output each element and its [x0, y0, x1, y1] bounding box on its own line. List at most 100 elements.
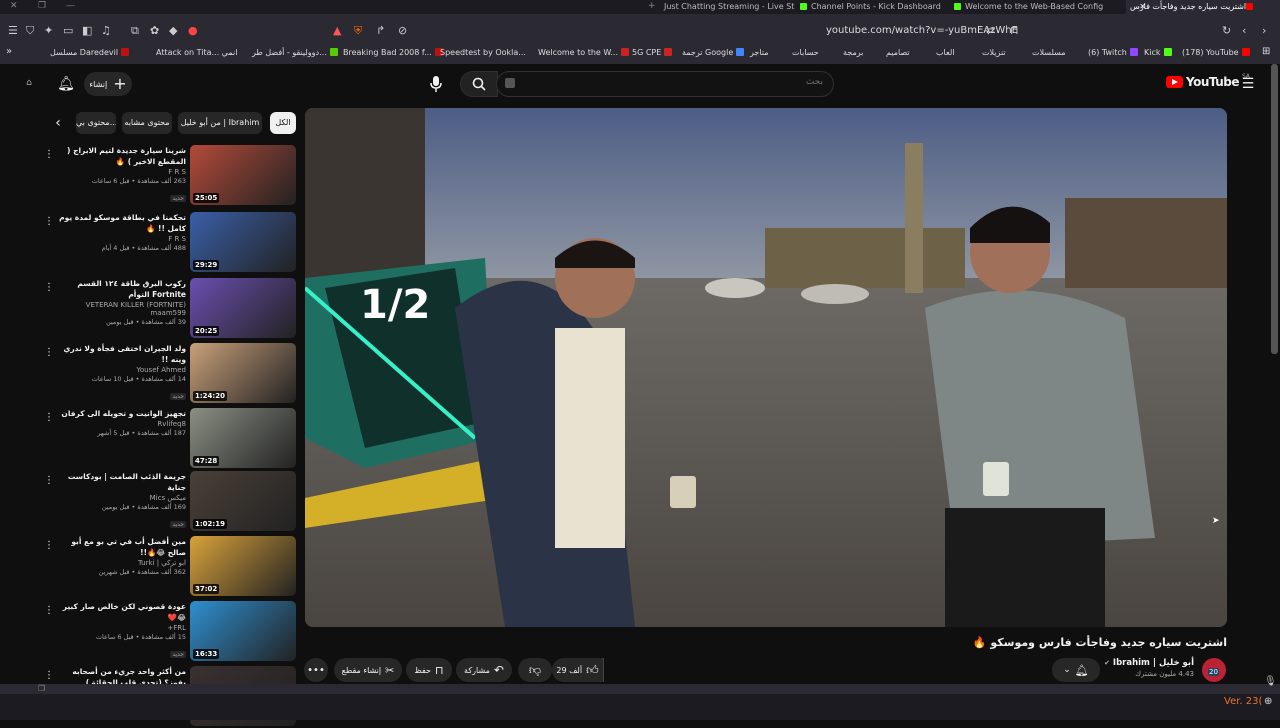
no-image-icon[interactable]: ⊘	[398, 24, 407, 38]
bookmark-folder[interactable]: تنزيلات	[982, 48, 1006, 57]
site-settings-icon[interactable]: ⇄	[986, 24, 995, 38]
video-thumbnail[interactable]: 29:29	[190, 212, 296, 272]
chip-channel-similar[interactable]: محتوى بي...	[76, 112, 116, 134]
related-video-item[interactable]: ⋮ مين أفضل أب في تي بو مع أبو صالح 😂🔥!! اب…	[40, 536, 296, 598]
bookmark-folder[interactable]: برمجة	[843, 48, 863, 57]
bookmark-item[interactable]: دوولينقو - أفضل طر...	[252, 48, 341, 57]
channel-avatar[interactable]: 20	[1202, 658, 1226, 682]
page-scrollbar[interactable]	[1271, 64, 1278, 354]
related-video-item[interactable]: ⋮ شرينا سيارة جديدة لتيم الابراج ( المقطع…	[40, 145, 296, 207]
duration-badge: 16:33	[193, 649, 220, 659]
related-video-item[interactable]: ⋮ تجهيز الوانيت و تحويله الى كرفان Rvlifeq…	[40, 408, 296, 470]
channel-info[interactable]: أبو خليل | Ibrahim ✔ 4.43 مليون مشترك	[1104, 658, 1194, 678]
clip-button[interactable]: إنشاء مقطع ✂	[334, 658, 402, 682]
new-badge: جديد	[170, 195, 186, 202]
video-thumbnail[interactable]: 16:33	[190, 601, 296, 661]
record-icon[interactable]: ●	[188, 24, 198, 38]
chip-from-channel[interactable]: من أبو خليل | Ibrahim	[178, 112, 262, 134]
bookmark-item[interactable]: Welcome to the W...	[538, 48, 632, 57]
bookmark-item[interactable]: Speedtest by Ookla...	[440, 48, 526, 57]
video-thumbnail[interactable]: 37:02	[190, 536, 296, 596]
video-thumbnail[interactable]: 1:02:19	[190, 471, 296, 531]
video-thumbnail[interactable]: 25:05	[190, 145, 296, 205]
bookmark-folder[interactable]: العاب	[936, 48, 955, 57]
bookmark-item[interactable]: Attack on Tita... انمي	[156, 48, 237, 57]
related-video-item[interactable]: ⋮ ولد الجيران اختفى فجأة ولا ندري وينه !!…	[40, 343, 296, 405]
bookmarks-grid-icon[interactable]: ⊞	[1262, 46, 1270, 57]
music-icon[interactable]: ♫	[101, 24, 111, 38]
settings-icon[interactable]: ◆	[169, 24, 177, 38]
video-stats: 263 ألف مشاهدة • قبل 6 ساعات	[91, 177, 186, 185]
account-avatar[interactable]: ⌂	[20, 70, 38, 96]
like-button[interactable]: 29 ألف 👍︎	[552, 658, 604, 682]
bookmark-icon[interactable]: ⊓	[1010, 24, 1019, 38]
browser-tab[interactable]: Channel Points - Kick Dashboard	[796, 0, 946, 14]
search-button[interactable]	[460, 71, 498, 97]
related-video-item[interactable]: ⋮ ركوب البرق طاقة ١٢٤ القسم Fortnite التو…	[40, 278, 296, 340]
window-close-icon[interactable]: ✕	[10, 1, 18, 11]
browser-tab[interactable]: Welcome to the Web-Based Config	[950, 0, 1120, 14]
duration-badge: 25:05	[193, 193, 220, 203]
youtube-page: ⌂ 🔔︎ إنشاء + YouTube SA ☰ ‹ محتوى بي... …	[0, 64, 1280, 726]
bookmark-item[interactable]: ترجمة Google	[682, 48, 747, 57]
create-button[interactable]: إنشاء +	[84, 72, 132, 96]
restore-icon[interactable]: ❐	[38, 684, 45, 693]
chip-all[interactable]: الكل	[270, 112, 296, 134]
bookmark-item[interactable]: Breaking Bad 2008 f...	[343, 48, 446, 57]
browser-tab-active[interactable]: اشتريت سياره جديد وفاجأت فارس ✕	[1126, 0, 1280, 14]
bookmark-folder[interactable]: حسابات	[792, 48, 819, 57]
window-restore-icon[interactable]: ❐	[38, 1, 46, 11]
extension-icon[interactable]: ✦	[44, 24, 53, 38]
bookmark-folder[interactable]: مسلسلات	[1032, 48, 1066, 57]
back-icon[interactable]: ‹	[1242, 24, 1246, 38]
bookmark-item[interactable]: (6) Twitch	[1088, 48, 1141, 57]
like-count: 29 ألف	[556, 665, 583, 675]
keyboard-icon[interactable]	[505, 78, 515, 88]
subscribed-button[interactable]: ⌄ 🔔︎	[1052, 658, 1100, 682]
screenshot-icon[interactable]: ⧉	[131, 24, 139, 38]
guide-menu-icon[interactable]: ☰	[1238, 72, 1258, 96]
video-thumbnail[interactable]: 1:24:20	[190, 343, 296, 403]
bookmark-item[interactable]: (178) YouTube	[1182, 48, 1253, 57]
bookmark-item[interactable]: متاجر	[750, 48, 769, 57]
related-video-item[interactable]: ⋮ جريمة الذئب الصامت | بودكاست جناية ميكس …	[40, 471, 296, 533]
bookmark-item[interactable]: 5G CPE	[632, 48, 675, 57]
forward-icon[interactable]: ›	[1262, 24, 1266, 38]
share-icon[interactable]: ↱	[376, 24, 385, 38]
menu-icon[interactable]: ☰	[8, 24, 18, 38]
related-video-item[interactable]: ⋮ تحكمنا في بطاقة موسكو لمدة يوم كامل !! …	[40, 212, 296, 274]
save-button[interactable]: حفظ ⊓	[406, 658, 452, 682]
chip-similar[interactable]: محتوى مشابه	[122, 112, 172, 134]
kick-icon	[954, 3, 961, 10]
more-actions-icon[interactable]: •••	[304, 658, 328, 682]
video-meta: تحكمنا في بطاقة موسكو لمدة يوم كامل !! 🔥…	[52, 212, 186, 252]
reload-icon[interactable]: ↻	[1222, 24, 1231, 38]
video-thumbnail[interactable]: 20:25	[190, 278, 296, 338]
bookmark-item[interactable]: Kick	[1144, 48, 1175, 57]
sidebar-icon[interactable]: ◧	[82, 24, 92, 38]
search-input[interactable]	[523, 77, 823, 87]
mic-status-icon[interactable]: 🎙︎	[1264, 676, 1277, 687]
window-minimize-icon[interactable]: —	[66, 1, 75, 11]
video-thumbnail[interactable]: 47:28	[190, 408, 296, 468]
more-bookmarks-icon[interactable]: »	[6, 46, 12, 57]
voice-search-mic-icon[interactable]	[424, 72, 448, 96]
bookmark-item[interactable]: مسلسل Daredevil	[50, 48, 132, 57]
related-video-item[interactable]: ⋮ عودة قصوني لكن خالص صار كبير 😂❤️ FRL+ 15 …	[40, 601, 296, 663]
wallet-icon[interactable]: ▭	[63, 24, 73, 38]
alert-icon[interactable]: ▲	[333, 24, 341, 38]
shield-icon[interactable]: ⛉	[26, 24, 34, 38]
target-icon[interactable]: ⊕	[1264, 696, 1272, 707]
video-player[interactable]: 1/2	[305, 108, 1227, 627]
new-tab-icon[interactable]: +	[648, 1, 656, 11]
bookmark-folder[interactable]: تصاميم	[886, 48, 910, 57]
dislike-button[interactable]: 👎︎	[518, 658, 552, 682]
share-label: مشاركة	[464, 665, 490, 675]
puzzle-icon[interactable]: ✿	[150, 24, 159, 38]
chips-scroll-left-icon[interactable]: ‹	[48, 112, 68, 134]
share-button[interactable]: مشاركة ↶	[456, 658, 512, 682]
notifications-bell-icon[interactable]: 🔔︎	[54, 72, 78, 96]
close-tab-icon[interactable]: ✕	[1139, 0, 1146, 13]
brave-shield-icon[interactable]: ⛨	[354, 24, 362, 38]
browser-tab[interactable]: Just Chatting Streaming - Live Streams	[660, 0, 795, 14]
